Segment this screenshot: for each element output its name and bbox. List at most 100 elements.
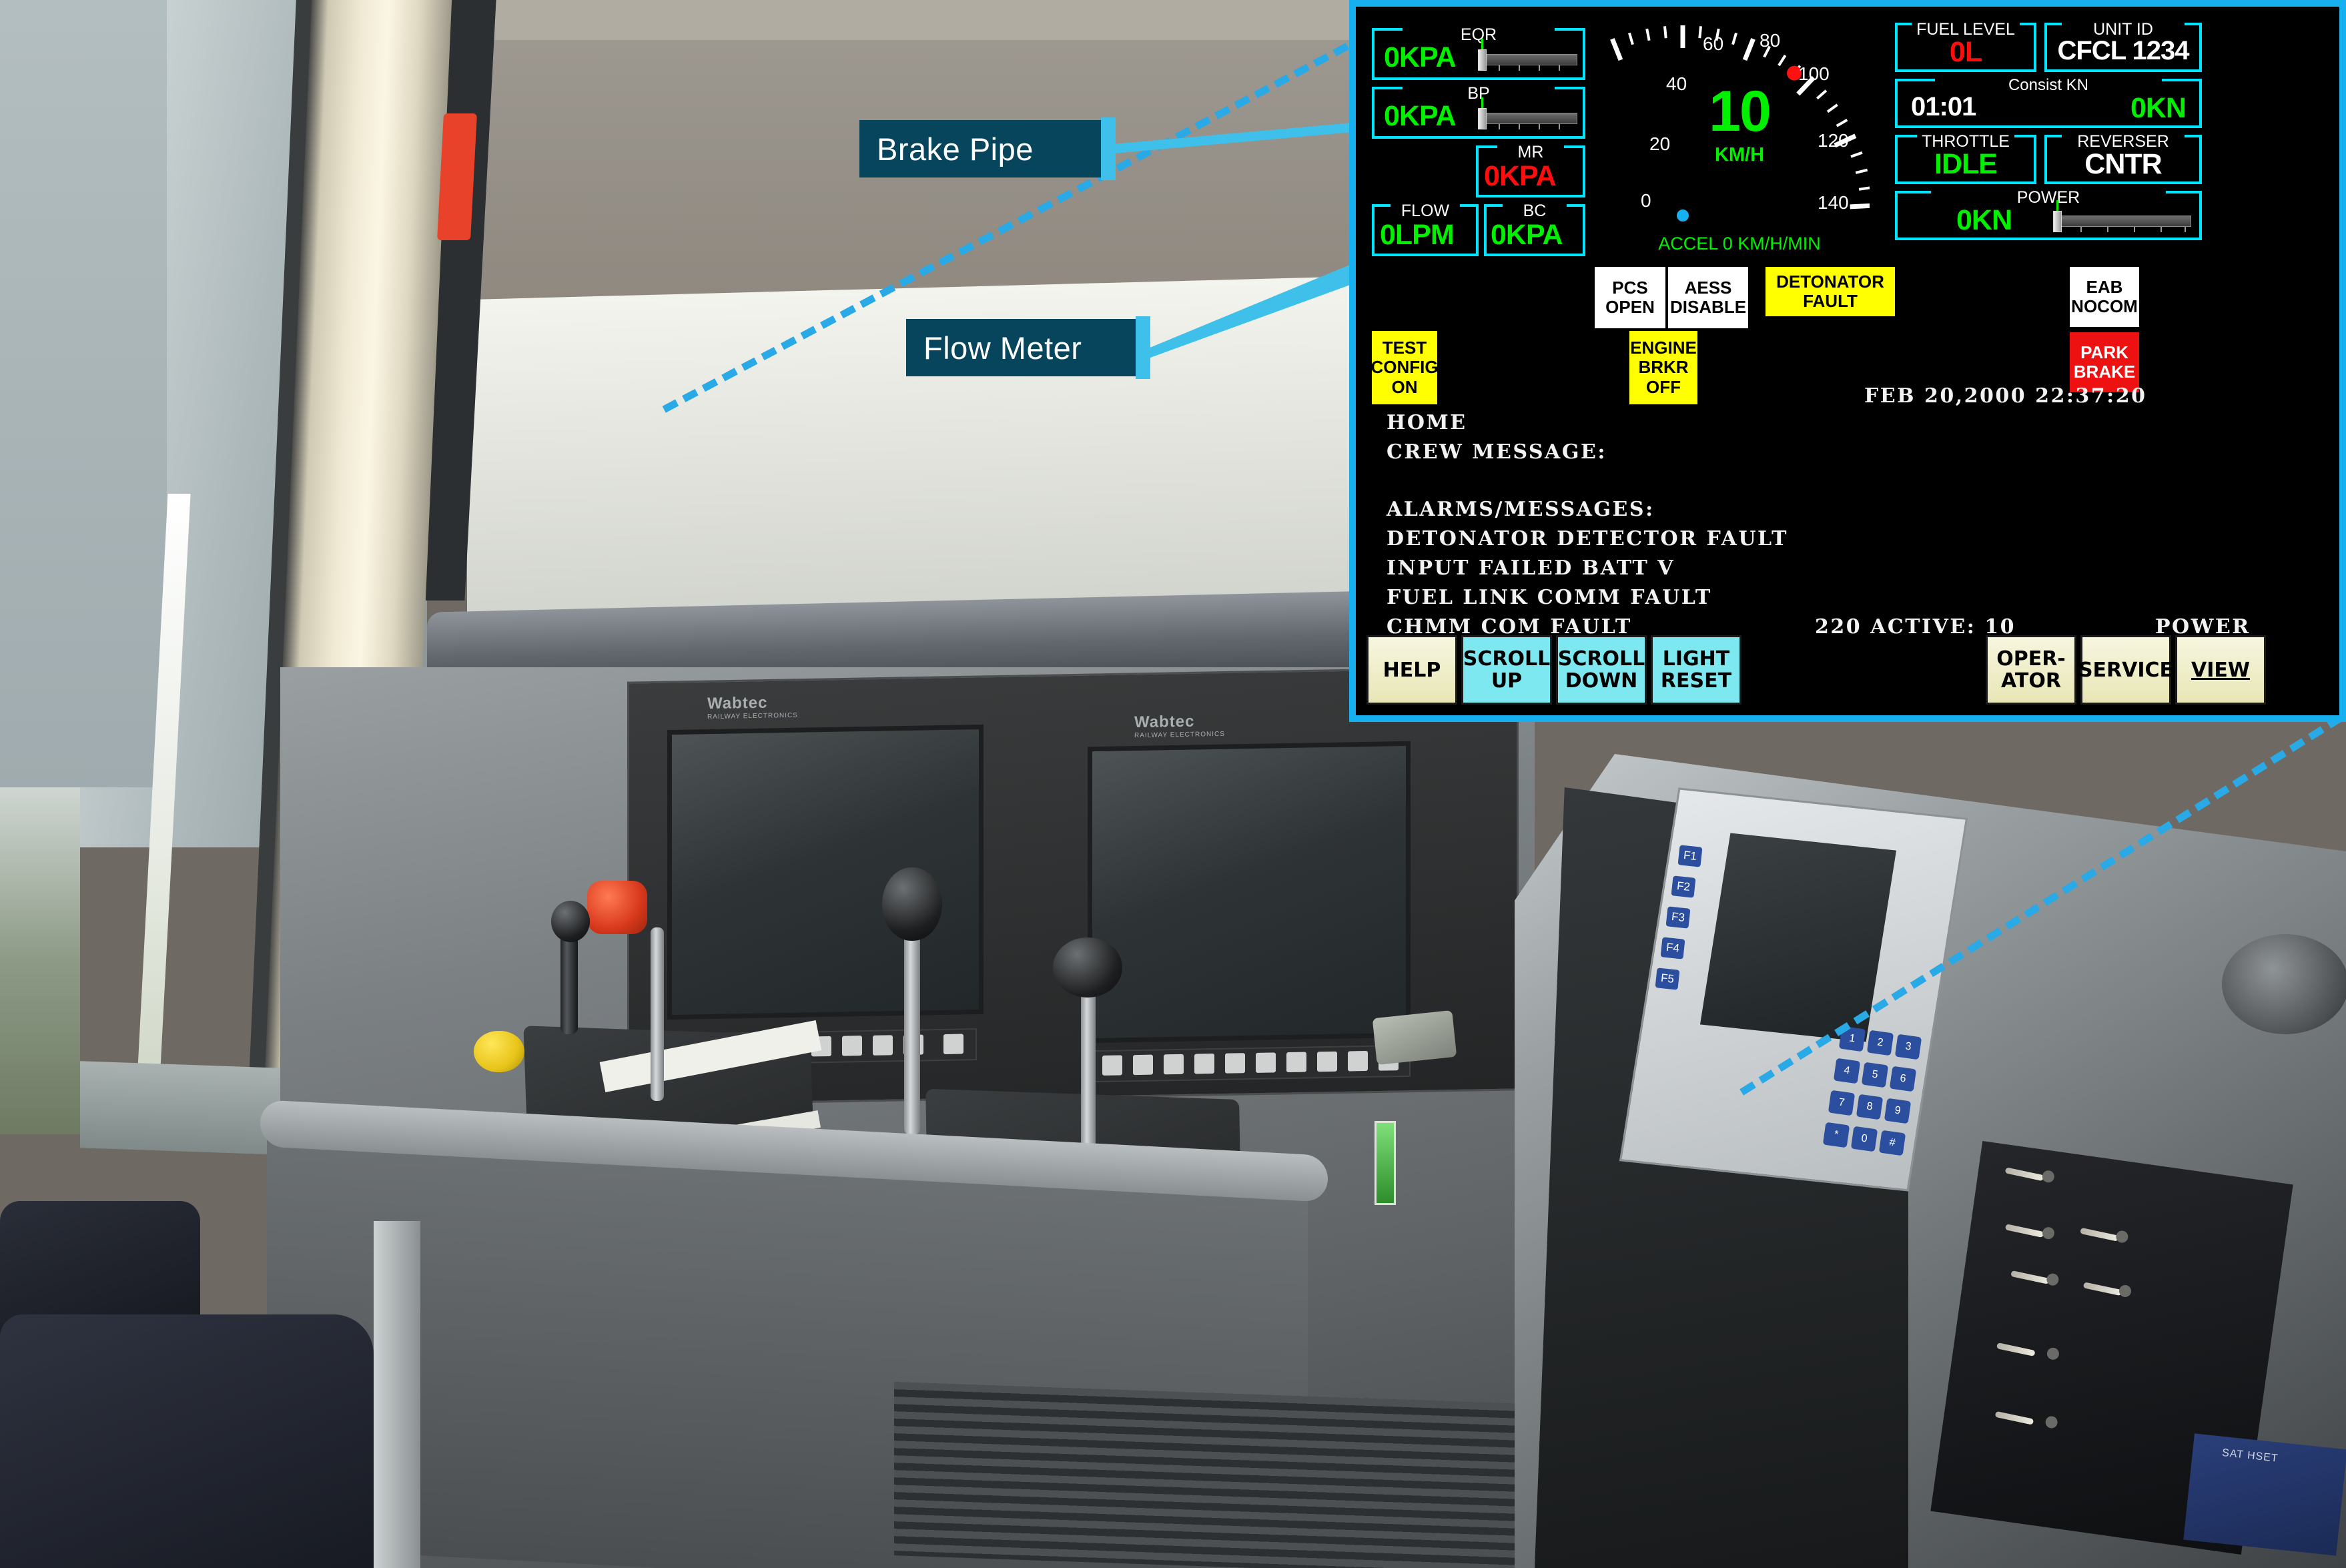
soft-button-help-line-1: HELP (1383, 658, 1441, 682)
soft-button-light-reset[interactable]: LIGHT RESET (1651, 635, 1741, 705)
alarm-line-1: DETONATOR DETECTOR FAULT (1387, 527, 1788, 550)
status-aess-disable: AESS DISABLE (1668, 267, 1748, 328)
status-engine-brkr-off-line-1: ENGINE (1630, 338, 1697, 358)
callout-flow-meter: Flow Meter (906, 319, 1141, 376)
soft-button-scroll-down-line-2: DOWN (1565, 669, 1638, 693)
message-screen-name: HOME (1387, 411, 1467, 434)
hmi-datetime: FEB 20,2000 22:37:20 (1864, 384, 2147, 408)
callout-brake-pipe: Brake Pipe (859, 120, 1108, 177)
status-detonator-fault: DETONATOR FAULT (1766, 267, 1895, 316)
keypad-key-0[interactable]: 0 (1850, 1126, 1878, 1152)
keypad-key-4[interactable]: 4 (1833, 1058, 1861, 1084)
wabtec-logo-right: Wabtec RAILWAY ELECTRONICS (1134, 712, 1225, 740)
keypad-f4-key[interactable]: F4 (1660, 937, 1685, 959)
status-aess-disable-line-1: AESS (1684, 277, 1732, 298)
gauge-bp-caption: BP (1463, 84, 1495, 103)
horn-lever-shaft[interactable] (651, 927, 664, 1101)
soft-button-scroll-down-line-1: SCROLL (1557, 647, 1645, 671)
status-park-brake-line-2: BRAKE (2073, 362, 2136, 382)
gauge-eqr-bar (1472, 39, 1577, 73)
soft-button-help[interactable]: HELP (1366, 635, 1457, 705)
gauge-bc: BC 0KPA (1484, 202, 1585, 256)
keypad-key-7[interactable]: 7 (1828, 1090, 1856, 1116)
alarm-line-3: FUEL LINK COMM FAULT (1387, 586, 1712, 609)
keypad-key-8[interactable]: 8 (1856, 1094, 1884, 1120)
wabtec-softkeys-right[interactable] (1094, 1044, 1411, 1083)
small-lever-knob[interactable] (551, 901, 590, 942)
yellow-button-1[interactable] (474, 1031, 524, 1072)
status-park-brake: PARK BRAKE (2070, 332, 2139, 392)
gauge-bc-value: 0KPA (1491, 219, 1563, 251)
keypad-key-3[interactable]: 3 (1894, 1034, 1922, 1060)
status-pcs-open: PCS OPEN (1595, 267, 1665, 328)
keypad-f3-key[interactable]: F3 (1665, 906, 1691, 929)
soft-button-operator[interactable]: OPER- ATOR (1986, 635, 2076, 705)
message-crew-label: CREW MESSAGE: (1387, 440, 1607, 464)
gauge-reverser: REVERSER CNTR (2044, 132, 2202, 184)
gauge-throttle: THROTTLE IDLE (1895, 132, 2036, 184)
alarm-line-2: INPUT FAILED BATT V (1387, 556, 1675, 580)
message-alarms-label: ALARMS/MESSAGES: (1387, 498, 1655, 521)
consist-time-value: 01:01 (1911, 92, 1976, 121)
keypad-f5-key[interactable]: F5 (1655, 967, 1680, 990)
status-eab-nocom: EAB NOCOM (2070, 267, 2139, 327)
keypad-key-6[interactable]: 6 (1889, 1066, 1917, 1092)
keypad-key-hash[interactable]: # (1878, 1130, 1906, 1156)
throttle-value: IDLE (1934, 148, 1998, 180)
gauge-flow-caption: FLOW (1396, 202, 1455, 221)
keypad-key-2[interactable]: 2 (1866, 1030, 1894, 1056)
soft-button-operator-line-1: OPER- (1996, 647, 2066, 671)
power-value: 0KN (1956, 204, 2012, 236)
wabtec-screen-left[interactable] (667, 724, 984, 1020)
wabtec-logo-text-right: Wabtec (1134, 712, 1195, 732)
floor-post (374, 1221, 420, 1568)
power-caption: POWER (2012, 188, 2085, 208)
soft-button-service-line-1: SERVICE (2078, 658, 2174, 682)
keypad-key-star[interactable]: * (1822, 1122, 1850, 1148)
status-engine-brkr-off-line-2: BRKR (1638, 357, 1689, 378)
throttle-lever-knob[interactable] (882, 867, 942, 941)
gauge-fuel-level: FUEL LEVEL 0L (1895, 20, 2036, 72)
status-test-config-on-line-2: CONFIG (1371, 357, 1439, 378)
locomotive-hmi-display[interactable]: EQR 0KPA BP 0KPA MR 0KPA FLOW 0LPM BC 0K… (1349, 0, 2346, 722)
soft-button-scroll-down[interactable]: SCROLL DOWN (1556, 635, 1647, 705)
sat-handset-radio[interactable]: SAT HSET (2183, 1433, 2346, 1556)
fuel-level-value: 0L (1949, 36, 1982, 68)
wabtec-screen-right[interactable] (1088, 741, 1411, 1044)
callout-brake-pipe-label: Brake Pipe (877, 131, 1034, 167)
throttle-lever-shaft[interactable] (904, 914, 920, 1134)
keypad-key-5[interactable]: 5 (1861, 1062, 1889, 1088)
soft-button-view[interactable]: VIEW (2175, 635, 2266, 705)
keypad-key-9[interactable]: 9 (1884, 1098, 1912, 1124)
speedo-tick-80: 80 (1760, 30, 1781, 51)
status-test-config-on-line-1: TEST (1382, 338, 1427, 358)
soft-button-service[interactable]: SERVICE (2078, 635, 2174, 705)
soft-button-light-reset-line-2: RESET (1660, 669, 1732, 693)
wabtec-logo-left: Wabtec RAILWAY ELECTRONICS (707, 693, 798, 721)
small-lever-shaft[interactable] (560, 927, 578, 1034)
soft-button-light-reset-line-1: LIGHT (1662, 647, 1730, 671)
soft-button-scroll-up-line-2: UP (1491, 669, 1523, 693)
status-park-brake-line-1: PARK (2080, 342, 2128, 362)
gauge-consist: Consist KN 01:01 0KN (1895, 76, 2202, 128)
brake-lever-knob[interactable] (1053, 937, 1122, 998)
callout-flow-meter-label: Flow Meter (923, 330, 1082, 366)
screenshot-root: Wabtec RAILWAY ELECTRONICS Wabtec RAILWA… (0, 0, 2346, 1568)
gauge-eqr-caption: EQR (1455, 25, 1502, 45)
soft-button-scroll-up[interactable]: SCROLL UP (1461, 635, 1552, 705)
status-aess-disable-line-2: DISABLE (1669, 297, 1747, 317)
speedo-tick-0: 0 (1641, 190, 1651, 211)
gauge-eqr: EQR 0KPA (1372, 25, 1585, 80)
status-engine-brkr-off: ENGINE BRKR OFF (1629, 331, 1697, 404)
emergency-brake-knob[interactable] (587, 881, 647, 934)
sat-handset-label: SAT HSET (2221, 1447, 2279, 1465)
gauge-power: POWER 0KN (1895, 188, 2202, 240)
brake-lever-shaft[interactable] (1081, 977, 1096, 1151)
floor-grille (894, 1382, 1615, 1568)
status-test-config-on: TEST CONFIG ON (1371, 331, 1439, 404)
keypad-f1-key[interactable]: F1 (1677, 845, 1703, 867)
speedometer-value: 10 (1709, 79, 1772, 143)
keypad-f2-key[interactable]: F2 (1671, 875, 1696, 898)
gauge-eqr-value: 0KPA (1384, 41, 1457, 73)
status-eab-nocom-line-1: EAB (2086, 276, 2123, 297)
